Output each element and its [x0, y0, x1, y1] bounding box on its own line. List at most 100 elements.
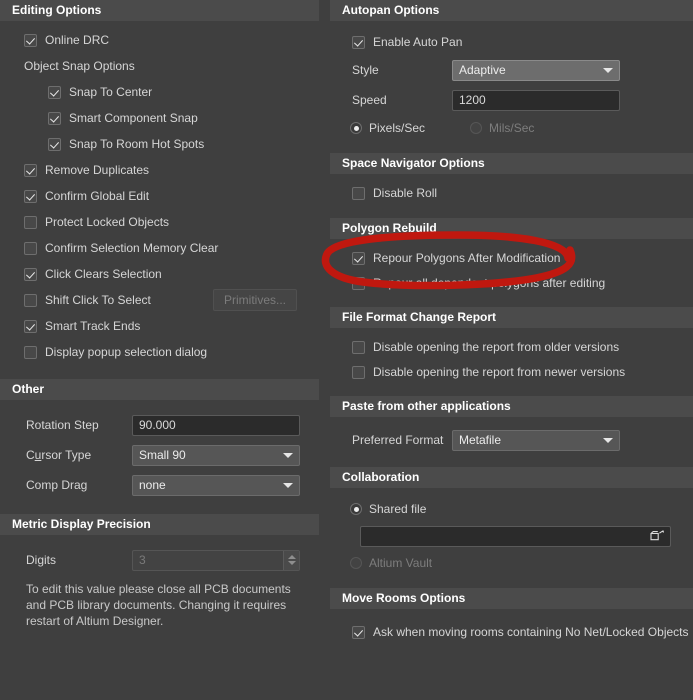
checkbox-row-snap-to-room-hot-spots[interactable]: Snap To Room Hot Spots	[0, 131, 319, 157]
group-metric-display-precision: Metric Display Precision Digits 3 To edi…	[0, 514, 319, 629]
group-header-paste-from-other-applications: Paste from other applications	[330, 396, 693, 417]
checkbox-repour-dependent[interactable]	[352, 276, 365, 290]
group-autopan-options: Autopan Options Enable Auto Pan Style Ad…	[330, 0, 693, 141]
label-repour-after-modification: Repour Polygons After Modification	[373, 251, 561, 265]
checkbox-disable-older-versions[interactable]	[352, 340, 365, 354]
field-row-comp-drag: Comp Drag none	[0, 470, 319, 500]
group-header-space-navigator-options: Space Navigator Options	[330, 153, 693, 174]
radio-altium-vault[interactable]	[350, 557, 362, 569]
cursor-type-dropdown[interactable]: Small 90	[132, 444, 300, 466]
checkbox-row-ask-when-moving[interactable]: Ask when moving rooms containing No Net/…	[330, 619, 693, 645]
style-dropdown[interactable]: Adaptive	[452, 59, 620, 81]
speed-input[interactable]: 1200	[452, 89, 620, 111]
checkbox-confirm-selection-memory-clear[interactable]	[24, 241, 37, 255]
rotation-step-input[interactable]: 90.000	[132, 414, 300, 436]
label-protect-locked-objects: Protect Locked Objects	[45, 215, 170, 229]
left-column: Editing Options Online DRC Object Snap O…	[0, 0, 319, 629]
label-digits: Digits	[26, 553, 57, 567]
label-altium-vault: Altium Vault	[369, 556, 433, 570]
checkbox-remove-duplicates[interactable]	[24, 163, 37, 177]
checkbox-confirm-global-edit[interactable]	[24, 189, 37, 203]
checkbox-online-drc[interactable]	[24, 33, 37, 47]
checkbox-row-confirm-global-edit[interactable]: Confirm Global Edit	[0, 183, 319, 209]
checkbox-display-popup-selection-dialog[interactable]	[24, 345, 37, 359]
checkbox-row-remove-duplicates[interactable]: Remove Duplicates	[0, 157, 319, 183]
checkbox-shift-click-to-select[interactable]	[24, 293, 37, 307]
preferred-format-value: Metafile	[459, 433, 502, 447]
label-disable-older-versions: Disable opening the report from older ve…	[373, 340, 620, 354]
label-online-drc: Online DRC	[45, 33, 110, 47]
field-row-style: Style Adaptive	[330, 55, 693, 85]
radio-mils-per-sec[interactable]	[470, 122, 483, 134]
group-header-autopan-options: Autopan Options	[330, 0, 693, 21]
primitives-button[interactable]: Primitives...	[213, 289, 297, 311]
checkbox-row-display-popup-selection-dialog[interactable]: Display popup selection dialog	[0, 339, 319, 365]
group-header-other: Other	[0, 379, 319, 400]
chevron-down-icon	[603, 437, 613, 443]
label-display-popup-selection-dialog: Display popup selection dialog	[45, 345, 208, 359]
checkbox-row-protect-locked-objects[interactable]: Protect Locked Objects	[0, 209, 319, 235]
checkbox-row-online-drc[interactable]: Online DRC	[0, 27, 319, 53]
checkbox-row-click-clears-selection[interactable]: Click Clears Selection	[0, 261, 319, 287]
checkbox-row-disable-roll[interactable]: Disable Roll	[330, 180, 693, 206]
checkbox-row-repour-dependent[interactable]: Repour all dependent polygons after edit…	[330, 271, 693, 295]
field-row-speed: Speed 1200	[330, 85, 693, 115]
label-ask-when-moving-rooms: Ask when moving rooms containing No Net/…	[373, 625, 689, 639]
label-repour-dependent: Repour all dependent polygons after edit…	[373, 276, 606, 290]
label-shared-file: Shared file	[369, 502, 427, 516]
group-space-navigator-options: Space Navigator Options Disable Roll	[330, 153, 693, 206]
comp-drag-value: none	[139, 478, 166, 492]
checkbox-snap-to-center[interactable]	[48, 85, 61, 99]
label-cursor-type: Cursor Type	[26, 448, 92, 462]
checkbox-smart-component-snap[interactable]	[48, 111, 61, 125]
radio-shared-file[interactable]	[350, 503, 362, 515]
label-mils-per-sec: Mils/Sec	[489, 121, 535, 135]
field-row-preferred-format: Preferred Format Metafile	[330, 425, 693, 455]
shared-file-path-row	[330, 522, 693, 550]
digits-stepper[interactable]: 3	[132, 549, 300, 571]
checkbox-smart-track-ends[interactable]	[24, 319, 37, 333]
label-smart-component-snap: Smart Component Snap	[69, 111, 198, 125]
checkbox-row-disable-newer[interactable]: Disable opening the report from newer ve…	[330, 360, 693, 384]
chevron-down-icon	[283, 482, 293, 488]
metric-note: To edit this value please close all PCB …	[26, 582, 291, 628]
label-pixels-per-sec: Pixels/Sec	[369, 121, 426, 135]
spinner-arrows-icon[interactable]	[283, 550, 299, 570]
shared-file-path-input[interactable]	[360, 525, 671, 547]
group-header-metric-display-precision: Metric Display Precision	[0, 514, 319, 535]
comp-drag-dropdown[interactable]: none	[132, 474, 300, 496]
radio-row-altium-vault[interactable]: Altium Vault	[330, 550, 693, 576]
label-disable-newer-versions: Disable opening the report from newer ve…	[373, 365, 626, 379]
checkbox-click-clears-selection[interactable]	[24, 267, 37, 281]
group-header-move-rooms-options: Move Rooms Options	[330, 588, 693, 609]
cursor-type-value: Small 90	[139, 448, 186, 462]
label-style: Style	[352, 63, 379, 77]
checkbox-row-snap-to-center[interactable]: Snap To Center	[0, 79, 319, 105]
checkbox-protect-locked-objects[interactable]	[24, 215, 37, 229]
label-snap-to-center: Snap To Center	[69, 85, 153, 99]
preferred-format-dropdown[interactable]: Metafile	[452, 429, 620, 451]
radio-row-shared-file[interactable]: Shared file	[330, 496, 693, 522]
checkbox-disable-newer-versions[interactable]	[352, 365, 365, 379]
radio-pixels-per-sec[interactable]	[350, 122, 362, 134]
label-comp-drag: Comp Drag	[26, 478, 88, 492]
checkbox-repour-after-modification[interactable]	[352, 251, 365, 265]
checkbox-enable-auto-pan[interactable]	[352, 35, 365, 49]
checkbox-snap-to-room-hot-spots[interactable]	[48, 137, 61, 151]
checkbox-row-enable-auto-pan[interactable]: Enable Auto Pan	[330, 29, 693, 55]
checkbox-row-smart-component-snap[interactable]: Smart Component Snap	[0, 105, 319, 131]
checkbox-row-smart-track-ends[interactable]: Smart Track Ends	[0, 313, 319, 339]
style-value: Adaptive	[459, 63, 506, 77]
group-polygon-rebuild: Polygon Rebuild Repour Polygons After Mo…	[330, 218, 693, 295]
checkbox-row-disable-older[interactable]: Disable opening the report from older ve…	[330, 334, 693, 360]
checkbox-ask-when-moving-rooms[interactable]	[352, 625, 365, 639]
metric-note-wrapper: To edit this value please close all PCB …	[0, 575, 319, 629]
group-paste-from-other-applications: Paste from other applications Preferred …	[330, 396, 693, 455]
checkbox-row-confirm-selection-memory-clear[interactable]: Confirm Selection Memory Clear	[0, 235, 319, 261]
checkbox-row-shift-click-to-select[interactable]: Shift Click To Select Primitives...	[0, 287, 319, 313]
checkbox-row-repour-after-modification[interactable]: Repour Polygons After Modification	[330, 245, 693, 271]
checkbox-disable-roll[interactable]	[352, 186, 365, 200]
browse-folder-icon[interactable]	[650, 529, 666, 543]
